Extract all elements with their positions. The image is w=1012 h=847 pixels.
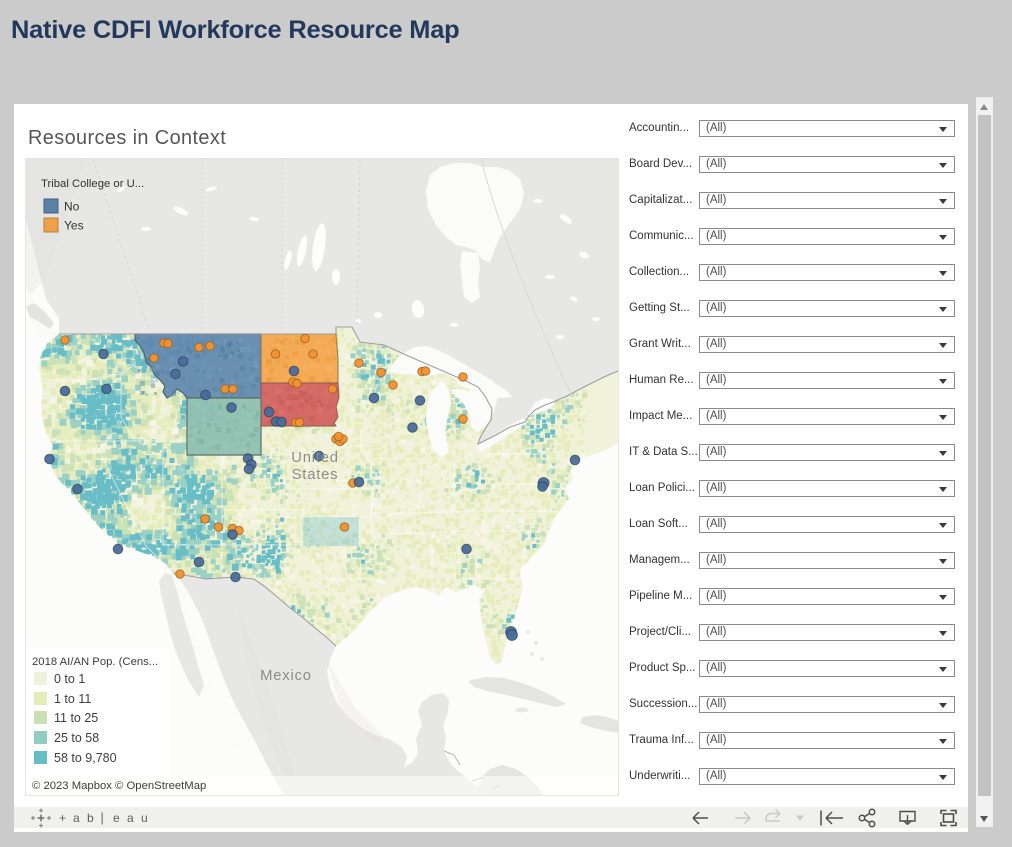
svg-text:2018 AI/AN Pop. (Cens...: 2018 AI/AN Pop. (Cens... xyxy=(32,656,158,668)
svg-text:58 to 9,780: 58 to 9,780 xyxy=(54,751,117,765)
svg-text:25 to 58: 25 to 58 xyxy=(54,731,99,745)
svg-text:Yes: Yes xyxy=(64,219,84,233)
svg-text:No: No xyxy=(64,200,80,214)
svg-text:© 2023 Mapbox © OpenStreetMap: © 2023 Mapbox © OpenStreetMap xyxy=(32,780,206,792)
svg-text:Tribal College or U...: Tribal College or U... xyxy=(41,178,144,190)
svg-text:11 to 25: 11 to 25 xyxy=(54,711,98,725)
svg-text:+: + xyxy=(59,811,66,825)
svg-text:States: States xyxy=(292,467,339,483)
svg-text:a: a xyxy=(73,811,80,825)
svg-text:u: u xyxy=(141,811,148,825)
svg-text:e: e xyxy=(113,811,120,825)
svg-text:b: b xyxy=(87,811,94,825)
svg-text:Mexico: Mexico xyxy=(260,668,312,684)
svg-text:a: a xyxy=(127,811,134,825)
svg-text:1 to 11: 1 to 11 xyxy=(54,692,91,706)
svg-text:|: | xyxy=(101,811,104,825)
svg-text:0 to 1: 0 to 1 xyxy=(54,672,85,686)
svg-text:United: United xyxy=(291,450,339,466)
